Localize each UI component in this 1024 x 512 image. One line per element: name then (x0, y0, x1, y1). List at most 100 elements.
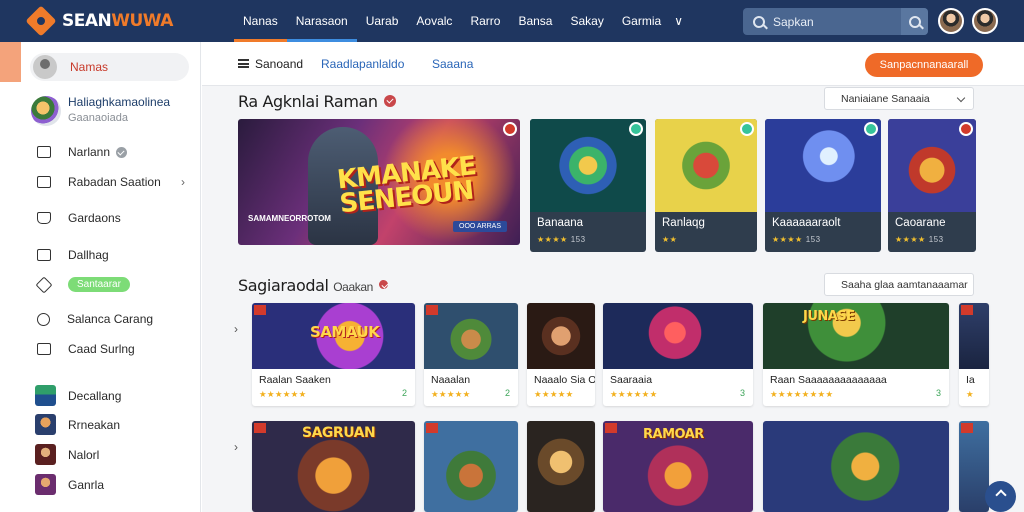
main-content: Sanoand Raadlapanlaldo Saaana Sanpacnnan… (202, 42, 1024, 512)
game-card[interactable]: Ia ★ (959, 303, 989, 406)
game-art (527, 303, 595, 369)
featured-card-1[interactable]: Ranlaqg ★★ (655, 119, 757, 252)
badge-icon (740, 122, 754, 136)
sidebar-item-2[interactable]: Gardaons (37, 211, 121, 225)
subnav-item-0[interactable]: Sanoand (255, 57, 303, 71)
brand-logo[interactable]: SEANWUWA (25, 5, 190, 37)
menu-icon[interactable] (238, 59, 249, 68)
chevron-right-icon[interactable]: › (234, 322, 238, 336)
game-card[interactable]: SAMAUK Raalan Saaken ★★★★★★ 2 (252, 303, 415, 406)
badge-icon (605, 423, 617, 433)
sidebar-item-0[interactable]: Narlann (37, 145, 128, 159)
user-avatar[interactable] (938, 8, 964, 34)
primary-cta-button[interactable]: Sanpacnnanaarall (865, 53, 983, 77)
sidebar-item-label: Rrneakan (68, 417, 121, 432)
featured-card-0[interactable]: Banaana ★★★★ 153 (530, 119, 646, 252)
nav-item-0[interactable]: Nanas (234, 0, 287, 42)
game-art (603, 303, 753, 369)
user-avatar-secondary[interactable] (972, 8, 998, 34)
sort-select[interactable]: Naniaiane Sanaaia (824, 87, 974, 110)
search-icon (753, 15, 765, 28)
verified-icon (383, 94, 396, 107)
badge-icon (959, 122, 973, 136)
subnav-item-1[interactable]: Raadlapanlaldo (321, 57, 404, 71)
sidebar-item-label: Narlann (68, 145, 111, 159)
sidebar-game-0[interactable]: Decallang (35, 385, 121, 406)
filter-select-value: Saaha glaa aamtanaaamar (841, 278, 968, 291)
chevron-right-icon[interactable]: › (181, 175, 185, 189)
nav-item-2[interactable]: Uarab (357, 0, 408, 42)
game-card[interactable]: Naaalo Sia Ola ★★★★★ (527, 303, 595, 406)
shield-icon (37, 212, 51, 224)
sidebar-item-home[interactable]: Namas (30, 53, 189, 81)
profile-avatar[interactable] (31, 96, 61, 126)
subnav-item-2[interactable]: Saaana (432, 57, 473, 71)
chevron-down-icon[interactable]: ∨ (674, 14, 683, 28)
settings-icon (37, 312, 50, 326)
badge-icon (503, 122, 517, 136)
search-button[interactable] (901, 8, 928, 35)
badge-icon (629, 122, 643, 136)
game-thumbnail (35, 414, 56, 435)
rating-stars: ★★★★★ (534, 389, 574, 399)
nav-item-1[interactable]: Narasaon (286, 0, 357, 42)
game-card[interactable]: JUNASE Raan Saaaaaaaaaaaaaa ★★★★★★★★ 3 (763, 303, 949, 406)
game-thumbnail (35, 385, 56, 406)
sidebar-game-1[interactable]: Rrneakan (35, 414, 120, 435)
game-art (765, 119, 881, 212)
verified-icon (378, 280, 388, 289)
rating-stars: ★ (966, 389, 974, 399)
sidebar-item-3b[interactable]: Santaarar (37, 277, 130, 292)
game-card[interactable] (763, 421, 949, 512)
hero-tag[interactable]: OOO ARRAS (453, 221, 508, 232)
verified-icon (116, 146, 128, 158)
nav-item-7[interactable]: Garmia (613, 0, 670, 42)
chevron-right-icon[interactable]: › (234, 440, 238, 454)
game-card[interactable]: RAMOAR (603, 421, 753, 512)
scroll-to-top-button[interactable] (985, 481, 1016, 512)
sub-navigation: Sanoand Raadlapanlaldo Saaana Sanpacnnan… (202, 42, 1024, 86)
rating-count: 3 (739, 388, 745, 398)
rating-stars: ★★★★★★ (610, 389, 658, 399)
featured-card-2[interactable]: Kaaaaaaraolt ★★★★ 153 (765, 119, 881, 252)
search-input[interactable] (773, 14, 893, 29)
sidebar-item-5[interactable]: Caad Surlng (37, 342, 135, 356)
game-card[interactable]: Saaraaia ★★★★★★ 3 (603, 303, 753, 406)
nav-item-5[interactable]: Bansa (509, 0, 561, 42)
rating: ★★★★ 153 (537, 235, 586, 244)
sidebar-item-4[interactable]: Salanca Carang (37, 312, 153, 326)
rating-count: 3 (935, 388, 941, 398)
sidebar-item-1[interactable]: Rabadan Saation (37, 175, 161, 189)
rating: ★★ (662, 235, 678, 244)
sidebar-item-label: Gardaons (68, 211, 121, 225)
sidebar-item-label: Rabadan Saation (68, 175, 161, 189)
sidebar-item-label: Dallhag (68, 248, 109, 262)
rating-count: 2 (504, 388, 510, 398)
game-art (763, 421, 949, 512)
filter-select[interactable]: Saaha glaa aamtanaaamar (824, 273, 974, 296)
featured-card-3[interactable]: Caoarane ★★★★ 153 (888, 119, 976, 252)
badge-icon (864, 122, 878, 136)
game-title: Caoarane (895, 217, 946, 229)
sidebar-item-label: Ganrla (68, 477, 105, 492)
nav-item-6[interactable]: Sakay (561, 0, 612, 42)
sidebar-item-label: Salanca Carang (67, 312, 154, 326)
profile-name[interactable]: Haliaghkamaolinea (68, 95, 170, 109)
game-art: RAMOAR (603, 421, 753, 512)
sidebar-item-3[interactable]: Dallhag (37, 248, 109, 262)
sidebar-game-3[interactable]: Ganrla (35, 474, 104, 495)
game-art-title: SAMAUK (310, 323, 380, 341)
game-card[interactable]: Naaalan ★★★★★ 2 (424, 303, 518, 406)
section-tag: Oaakan (333, 280, 373, 294)
sidebar-game-2[interactable]: Nalorl (35, 444, 99, 465)
game-card[interactable] (527, 421, 595, 512)
section-title-text: Sagiaraodal (238, 276, 329, 295)
game-card[interactable] (424, 421, 518, 512)
nav-item-3[interactable]: Aovalc (407, 0, 461, 42)
badge-icon (426, 305, 438, 315)
diamond-icon (37, 278, 51, 292)
featured-hero-card[interactable]: KMANAKE SENEOUN SAMAMNEORROTOM OOO ARRAS (238, 119, 520, 245)
game-card[interactable]: SAGRUAN (252, 421, 415, 512)
card-icon (37, 146, 51, 158)
nav-item-4[interactable]: Rarro (461, 0, 509, 42)
